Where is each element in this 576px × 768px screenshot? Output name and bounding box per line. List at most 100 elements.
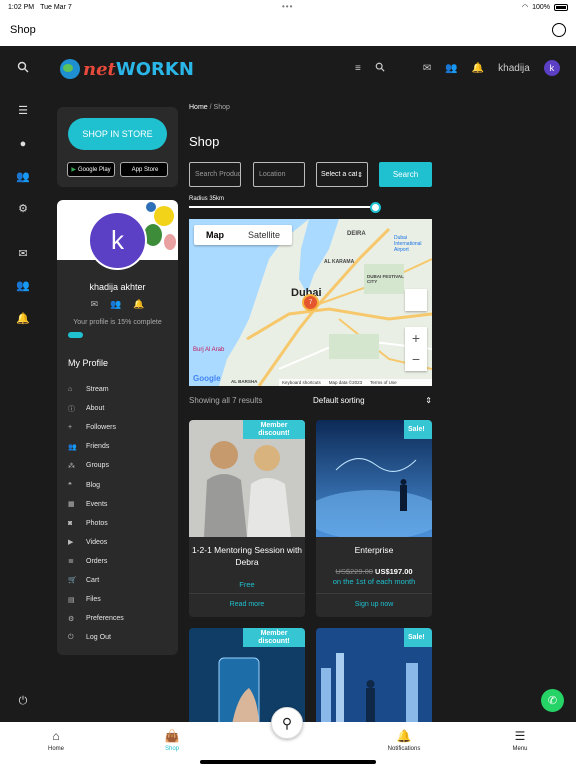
logout-power-icon[interactable]: ⏻ [16,694,30,708]
card-divider [316,593,432,594]
product-title[interactable]: 1-2-1 Mentoring Session with Debra [189,544,305,568]
terms-link[interactable]: Terms of Use [370,380,397,385]
tab-notifications[interactable]: 🔔 Notifications [374,728,434,752]
zoom-out-button[interactable]: − [405,349,427,371]
my-profile-heading: My Profile [68,358,109,368]
shop-map[interactable]: Map Satellite DEIRA AL KARAMA Dubai Inte… [189,219,432,386]
profile-icon[interactable]: ● [16,137,30,151]
profile-menu-item[interactable]: ⁂ Groups [68,456,173,475]
radius-slider-handle[interactable] [370,202,381,213]
profile-menu-item[interactable]: ⌂ Stream [68,380,173,399]
profile-bell-icon[interactable]: 🔔 [133,299,144,310]
profile-card: k khadija akhter ✉ 👥 🔔 Your profile is 1… [57,200,178,655]
product-title[interactable]: Enterprise [316,544,432,556]
satellite-tab[interactable]: Satellite [236,225,292,245]
hamburger-menu-icon[interactable]: ☰ [16,104,30,118]
shop-filters: Search Products Location Select a catego… [189,162,432,187]
zoom-controls: + − [405,327,427,371]
header-username[interactable]: khadija [498,63,530,74]
select-arrows-icon: ⇕ [357,171,363,179]
shop-main: Home / Shop Shop Search Products Locatio… [189,104,432,728]
tab-home[interactable]: ⌂ Home [26,728,86,752]
location-input[interactable]: Location [253,162,305,187]
menu-lines-icon[interactable]: ≡ [355,63,361,74]
product-card[interactable]: Sale! [316,628,432,728]
sorting-select[interactable]: Default sorting ⇕ [313,396,432,405]
wifi-icon: ◠ [521,4,529,11]
map-tab[interactable]: Map [194,225,236,245]
profile-name[interactable]: khadija akhter [57,282,178,292]
product-card[interactable]: Member discount! 1-2-1 Mentoring Session… [189,420,305,617]
multitask-dots-icon[interactable]: ••• [282,2,293,11]
profile-menu-item[interactable]: 👥 Friends [68,437,173,456]
profile-menu-item[interactable]: 🛒 Cart [68,571,173,590]
profile-menu-label: Videos [86,538,108,546]
price-note: on the 1st of each month [332,577,416,586]
category-select[interactable]: Select a category ⇕ [316,162,368,187]
app-store-badge[interactable]: App Store [120,162,168,177]
quote-icon: ❝ [68,482,72,490]
search-products-input[interactable]: Search Products [189,162,241,187]
friends-icon[interactable]: 👥 [445,63,457,74]
profile-menu-item[interactable]: ⏻ Log Out [68,628,173,647]
profile-messages-icon[interactable]: ✉ [91,299,99,310]
profile-friends-icon[interactable]: 👥 [110,299,121,310]
zoom-in-button[interactable]: + [405,327,427,349]
messages-rail-icon[interactable]: ✉ [16,247,30,261]
read-more-link[interactable]: Read more [189,601,305,608]
google-play-badge[interactable]: ▶ Google Play [67,162,115,177]
profile-menu-item[interactable]: ≣ Orders [68,552,173,571]
header-avatar[interactable]: k [543,60,560,76]
radius-slider-track[interactable] [189,206,376,208]
profile-menu-item[interactable]: ◙ Photos [68,514,173,533]
profile-menu-item[interactable]: ▶ Videos [68,533,173,552]
profile-avatar[interactable]: k [88,211,147,270]
battery-icon [554,3,568,11]
notifications-bell-icon[interactable]: 🔔 [472,63,484,74]
search-button[interactable]: Search [379,162,432,187]
tab-shop[interactable]: 👜 Shop [142,728,202,752]
profile-menu-item[interactable]: ▦ Events [68,495,173,514]
profile-menu-item[interactable]: ❝ Blog [68,475,173,494]
status-date: Tue Mar 7 [40,3,72,11]
user-plus-icon: + [68,424,73,432]
battery-percent: 100% [532,3,550,11]
logo-net-text: net [83,58,116,80]
profile-menu-label: Log Out [86,634,111,642]
product-card[interactable]: Sale! Enterprise US$229.00 US$197.00 on … [316,420,432,617]
messages-icon[interactable]: ✉ [423,63,431,74]
breadcrumb-home[interactable]: Home [189,104,208,111]
settings-gear-icon[interactable]: ⚙ [16,202,30,216]
bell-rail-icon[interactable]: 🔔 [16,312,30,326]
map-label: Dubai International Airport [394,235,422,253]
whatsapp-icon[interactable]: ✆ [541,689,564,712]
users-icon: 👥 [68,443,77,451]
profile-menu-item[interactable]: + Followers [68,418,173,437]
sign-up-link[interactable]: Sign up now [316,601,432,608]
fullscreen-icon[interactable] [405,289,427,311]
tab-menu[interactable]: ☰ Menu [490,728,550,752]
google-logo[interactable]: Google [193,374,221,383]
header-search-icon[interactable] [375,62,385,75]
profile-menu-item[interactable]: ⓘ About [68,399,173,418]
member-discount-ribbon: Member discount! [243,420,305,439]
palette-icon[interactable] [552,23,566,37]
profile-menu: ⌂ Stream ⓘ About + Followers 👥 Friends ⁂ Groups ❝ B… [68,380,173,647]
search-icon[interactable] [16,61,30,75]
shop-in-store-button[interactable]: SHOP IN STORE [68,118,167,150]
status-bar: 1:02 PM Tue Mar 7 ••• ◠ 100% [0,0,576,14]
map-data-text: Map data ©2023 [328,380,363,385]
group-icon: ⁂ [68,462,75,470]
friends-rail-icon[interactable]: 👥 [16,170,30,184]
profile-menu-item[interactable]: ⚙ Preferences [68,609,173,628]
tab-menu-label: Menu [512,746,528,752]
profile-menu-label: Followers [86,424,116,432]
profile-menu-label: Preferences [86,615,124,623]
connections-rail-icon[interactable]: 👥 [16,279,30,293]
profile-menu-item[interactable]: ▤ Files [68,590,173,609]
keyboard-shortcuts-link[interactable]: Keyboard shortcuts [282,380,321,385]
networkn-logo[interactable]: net WORKN [60,58,194,80]
location-pin-button[interactable]: ⚲ [271,707,303,739]
map-cluster-marker[interactable]: 7 [302,294,319,311]
radius-label: Radius 35km [189,196,225,202]
